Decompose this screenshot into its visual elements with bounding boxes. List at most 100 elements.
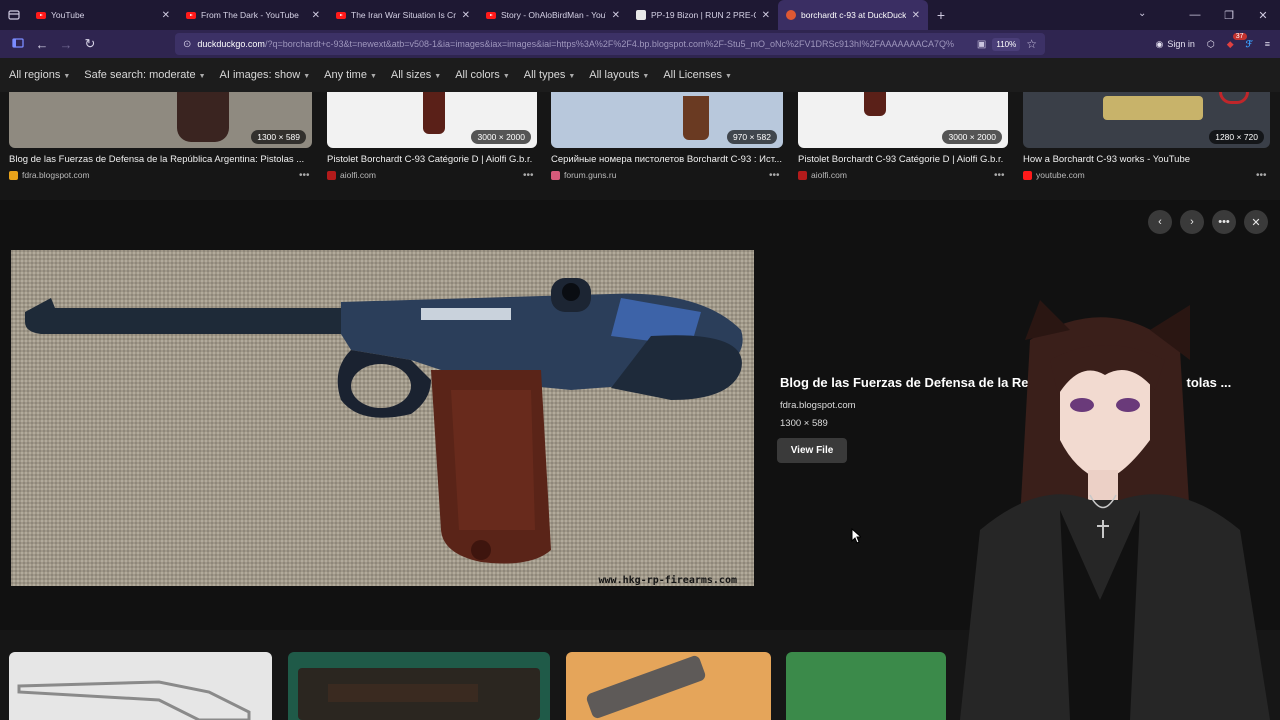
translate-icon[interactable]: ℱ bbox=[1246, 39, 1253, 50]
image-dimensions: 1300 × 589 bbox=[251, 130, 306, 144]
tab-pp19-bizon[interactable]: PP-19 Bizon | RUN 2 PRE-ORDE ✕ bbox=[628, 0, 778, 30]
tab-from-the-dark[interactable]: From The Dark - YouTube ✕ bbox=[178, 0, 328, 30]
filter-label: All layouts bbox=[589, 69, 640, 81]
result-caption[interactable]: Pistolet Borchardt C-93 Catégorie D | Ai… bbox=[327, 154, 537, 165]
close-tab-icon[interactable]: ✕ bbox=[312, 10, 320, 21]
image-result[interactable] bbox=[9, 652, 272, 720]
more-options-icon[interactable]: ••• bbox=[769, 170, 780, 181]
more-options-icon[interactable]: ••• bbox=[523, 170, 534, 181]
blogger-icon bbox=[9, 170, 18, 180]
result-caption[interactable]: Pistolet Borchardt C-93 Catégorie D | Ai… bbox=[798, 154, 1008, 165]
forum-icon bbox=[551, 170, 560, 180]
tab-iran-war[interactable]: The Iran War Situation Is Crazy ✕ bbox=[328, 0, 478, 30]
restore-icon[interactable]: ❐ bbox=[1212, 9, 1246, 22]
extension-badge-button[interactable]: ◆ 37 bbox=[1227, 32, 1247, 50]
view-file-button[interactable]: View File bbox=[777, 438, 847, 463]
filter-label: Any time bbox=[324, 69, 367, 81]
result-caption[interactable]: Серийные номера пистолетов Borchardt C-9… bbox=[551, 154, 783, 165]
back-icon[interactable]: ← bbox=[30, 37, 54, 52]
result-caption[interactable]: Blog de las Fuerzas de Defensa de la Rep… bbox=[9, 154, 309, 165]
toolbar-right: ◉ Sign in ⬡ ◆ 37 ℱ ≡ bbox=[1155, 30, 1270, 58]
result-thumbnail[interactable]: 3000 × 2000 bbox=[798, 92, 1008, 148]
image-result[interactable] bbox=[566, 652, 771, 720]
detail-source[interactable]: fdra.blogspot.com bbox=[780, 400, 856, 411]
url-host: duckduckgo.com bbox=[197, 39, 265, 49]
image-result[interactable] bbox=[288, 652, 550, 720]
navigation-bar: ← → ↻ ⊙ duckduckgo.com /?q=borchardt+c-9… bbox=[0, 30, 1280, 58]
close-tab-icon[interactable]: ✕ bbox=[462, 10, 470, 21]
result-thumbnail[interactable]: 3000 × 2000 bbox=[327, 92, 537, 148]
filter-licenses[interactable]: All Licenses ▼ bbox=[663, 69, 732, 81]
close-tab-icon[interactable]: ✕ bbox=[762, 10, 770, 21]
chevron-left-icon: ‹ bbox=[1158, 216, 1162, 228]
filter-colors[interactable]: All colors ▼ bbox=[455, 69, 510, 81]
filter-types[interactable]: All types ▼ bbox=[524, 69, 576, 81]
previous-image-button[interactable]: ‹ bbox=[1148, 210, 1172, 234]
tab-story[interactable]: Story - OhAloBirdMan - YouTub ✕ bbox=[478, 0, 628, 30]
filter-regions[interactable]: All regions ▼ bbox=[9, 69, 70, 81]
pistol-image: www.hkg-rp-firearms.com bbox=[11, 250, 754, 586]
result-caption[interactable]: How a Borchardt C-93 works - YouTube bbox=[1023, 154, 1263, 165]
result-source[interactable]: fdra.blogspot.com bbox=[9, 170, 90, 180]
new-tab-button[interactable]: + bbox=[928, 7, 954, 23]
result-source[interactable]: youtube.com bbox=[1023, 170, 1085, 180]
bookmark-star-icon[interactable]: ☆ bbox=[1026, 37, 1037, 51]
image-result[interactable] bbox=[786, 652, 946, 720]
filter-label: Safe search: moderate bbox=[84, 69, 196, 81]
detail-controls: ‹ › ••• ✕ bbox=[1148, 210, 1268, 234]
tab-title: borchardt c-93 at DuckDuckGo bbox=[801, 10, 906, 20]
chevron-down-icon[interactable]: ⌄ bbox=[1138, 8, 1146, 19]
more-icon: ••• bbox=[1218, 216, 1230, 228]
reload-icon[interactable]: ↻ bbox=[78, 36, 102, 52]
filter-ai-images[interactable]: AI images: show ▼ bbox=[220, 69, 311, 81]
image-dimensions: 970 × 582 bbox=[726, 130, 777, 144]
tab-youtube[interactable]: YouTube ✕ bbox=[28, 0, 178, 30]
sign-in-button[interactable]: ◉ Sign in bbox=[1155, 39, 1194, 50]
site-info-icon[interactable]: ⊙ bbox=[183, 39, 191, 50]
account-icon: ◉ bbox=[1155, 38, 1164, 49]
mouse-cursor-icon bbox=[851, 527, 863, 549]
result-source[interactable]: aiolfi.com bbox=[798, 170, 847, 180]
aiolfi-icon bbox=[327, 170, 336, 180]
image-dimensions: 3000 × 2000 bbox=[942, 130, 1002, 144]
more-options-button[interactable]: ••• bbox=[1212, 210, 1236, 234]
result-thumbnail[interactable]: 1300 × 589 bbox=[9, 92, 312, 148]
more-options-icon[interactable]: ••• bbox=[994, 170, 1005, 181]
more-options-icon[interactable]: ••• bbox=[299, 170, 310, 181]
youtube-icon bbox=[1023, 170, 1032, 180]
minimize-icon[interactable]: — bbox=[1178, 9, 1212, 21]
more-options-icon[interactable]: ••• bbox=[1256, 170, 1267, 181]
result-source[interactable]: aiolfi.com bbox=[327, 170, 376, 180]
selected-image[interactable]: www.hkg-rp-firearms.com bbox=[11, 250, 754, 586]
chevron-down-icon: ▼ bbox=[303, 73, 311, 80]
close-tab-icon[interactable]: ✕ bbox=[912, 10, 920, 21]
reader-mode-icon[interactable]: ▣ bbox=[977, 39, 986, 50]
close-detail-button[interactable]: ✕ bbox=[1244, 210, 1268, 234]
result-thumbnail[interactable]: 1280 × 720 bbox=[1023, 92, 1270, 148]
close-icon: ✕ bbox=[1251, 216, 1261, 229]
close-tab-icon[interactable]: ✕ bbox=[162, 10, 170, 21]
filter-sizes[interactable]: All sizes ▼ bbox=[391, 69, 441, 81]
result-thumbnail[interactable]: 970 × 582 bbox=[551, 92, 783, 148]
address-bar[interactable]: ⊙ duckduckgo.com /?q=borchardt+c-93&t=ne… bbox=[175, 33, 1045, 55]
forward-icon[interactable]: → bbox=[54, 37, 78, 52]
chevron-down-icon: ▼ bbox=[725, 73, 732, 80]
zoom-level[interactable]: 110% bbox=[992, 37, 1021, 51]
tab-menu-icon[interactable] bbox=[0, 0, 28, 30]
image-dimensions: 3000 × 2000 bbox=[471, 130, 531, 144]
next-image-button[interactable]: › bbox=[1180, 210, 1204, 234]
filter-safe-search[interactable]: Safe search: moderate ▼ bbox=[84, 69, 205, 81]
filter-layouts[interactable]: All layouts ▼ bbox=[589, 69, 649, 81]
extensions-icon[interactable]: ⬡ bbox=[1207, 39, 1215, 50]
watermark-text: www.hkg-rp-firearms.com bbox=[599, 574, 737, 586]
sidebar-toggle-icon[interactable] bbox=[6, 37, 30, 52]
menu-icon[interactable]: ≡ bbox=[1265, 39, 1270, 49]
filter-time[interactable]: Any time ▼ bbox=[324, 69, 377, 81]
chevron-down-icon: ▼ bbox=[568, 73, 576, 80]
close-window-icon[interactable]: ✕ bbox=[1246, 9, 1280, 22]
window-controls: — ❐ ✕ bbox=[1178, 0, 1280, 30]
close-tab-icon[interactable]: ✕ bbox=[612, 10, 620, 21]
tab-duckduckgo[interactable]: borchardt c-93 at DuckDuckGo ✕ bbox=[778, 0, 928, 30]
tab-title: YouTube bbox=[51, 10, 85, 20]
result-source[interactable]: forum.guns.ru bbox=[551, 170, 616, 180]
